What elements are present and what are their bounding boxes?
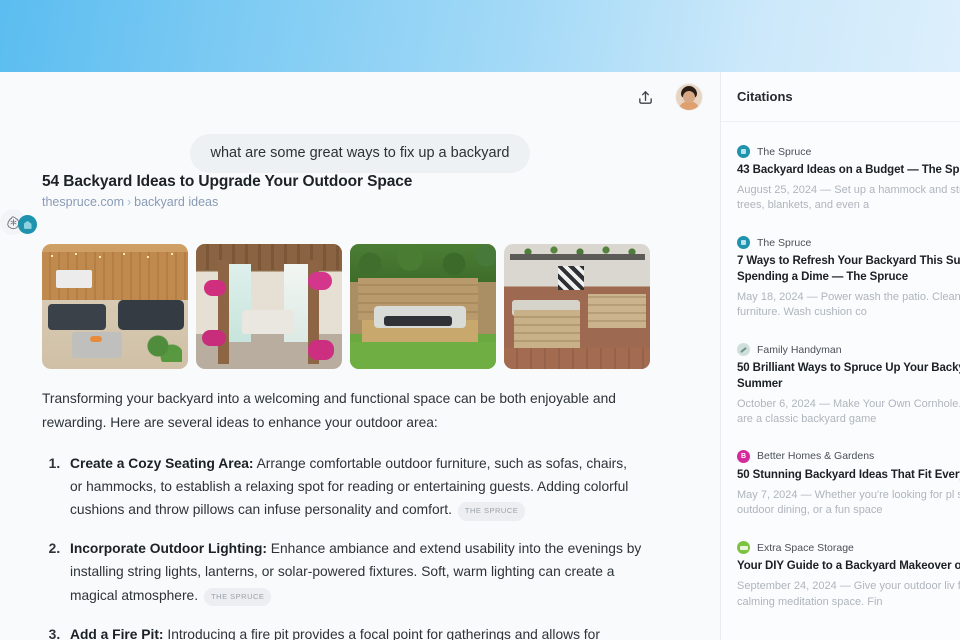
the-spruce-favicon [18,215,37,235]
breadcrumb-domain: thespruce.com [42,195,124,210]
answer-intro-paragraph: Transforming your backyard into a welcom… [42,391,616,430]
citations-heading: Citations [721,72,960,122]
inline-citation-chip[interactable]: THE SPRUCE [204,587,272,607]
citation-snippet: May 7, 2024 — Whether you're looking for… [737,488,960,517]
family-handyman-favicon [737,343,750,357]
answer-steps-list: Create a Cozy Seating Area: Arrange comf… [42,452,642,640]
citation-title[interactable]: Your DIY Guide to a Backyard Makeover on [737,559,960,575]
citation-source-name: Family Handyman [757,343,842,356]
citation-title[interactable]: 43 Backyard Ideas on a Budget — The Spru… [737,163,960,179]
citation-snippet: August 25, 2024 — Set up a hammock and s… [737,183,960,212]
step-lead: Incorporate Outdoor Lighting: [70,541,267,557]
citation-item[interactable]: B Better Homes & Gardens 50 Stunning Bac… [721,441,960,532]
the-spruce-favicon [737,145,750,158]
step-lead: Create a Cozy Seating Area: [70,455,254,471]
citation-source-row: Extra Space Storage [737,541,960,555]
citation-source-row: The Spruce [737,236,960,250]
search-result-card[interactable]: 54 Backyard Ideas to Upgrade Your Outdoo… [18,173,650,235]
app-root: what are some great ways to fix up a bac… [0,0,960,640]
citation-source-name: The Spruce [757,236,812,249]
result-image-thumbnail[interactable] [350,244,496,370]
citation-title[interactable]: 50 Stunning Backyard Ideas That Fit Ever… [737,468,960,484]
citation-title[interactable]: 50 Brilliant Ways to Spruce Up Your Back… [737,361,960,393]
citation-snippet: September 24, 2024 — Give your outdoor l… [737,579,960,608]
chat-topbar [0,72,720,122]
breadcrumb-path: backyard ideas [134,195,219,210]
step-lead: Add a Fire Pit: [70,626,164,640]
citation-snippet: October 6, 2024 — Make Your Own Cornhole… [737,397,960,426]
citation-source-name: Extra Space Storage [757,541,854,554]
sky-gradient-banner [0,0,960,72]
result-image-thumbnail[interactable] [196,244,342,370]
avatar[interactable] [676,84,702,110]
citation-item[interactable]: Extra Space Storage Your DIY Guide to a … [721,532,960,623]
citations-list: The Spruce 43 Backyard Ideas on a Budget… [721,122,960,623]
extra-space-storage-favicon [737,541,750,555]
citation-source-row: The Spruce [737,145,960,158]
citation-title[interactable]: 7 Ways to Refresh Your Backyard This Sum… [737,254,960,286]
user-message-bubble[interactable]: what are some great ways to fix up a bac… [190,134,530,174]
chat-column: what are some great ways to fix up a bac… [0,72,720,640]
search-result-breadcrumb[interactable]: thespruce.com › backyard ideas [42,195,610,209]
assistant-answer: 54 Backyard Ideas to Upgrade Your Outdoo… [0,173,720,640]
breadcrumb-separator: › [126,195,132,210]
list-item: Add a Fire Pit: Introducing a fire pit p… [64,623,642,640]
citation-snippet: May 18, 2024 — Power wash the patio. Cle… [737,290,960,319]
citation-source-name: Better Homes & Gardens [757,450,875,463]
list-item: Create a Cozy Seating Area: Arrange comf… [64,452,642,522]
user-message-row: what are some great ways to fix up a bac… [0,122,720,174]
citation-item[interactable]: The Spruce 43 Backyard Ideas on a Budget… [721,136,960,227]
citations-panel: Citations The Spruce 43 Backyard Ideas o… [720,72,960,640]
better-homes-gardens-favicon: B [737,449,750,463]
share-upload-icon[interactable] [632,84,658,110]
search-result-title[interactable]: 54 Backyard Ideas to Upgrade Your Outdoo… [42,173,610,191]
citation-item[interactable]: The Spruce 7 Ways to Refresh Your Backya… [721,227,960,334]
citation-source-row: B Better Homes & Gardens [737,449,960,463]
answer-prose: Transforming your backyard into a welcom… [42,387,650,640]
result-image-thumbnail[interactable] [504,244,650,370]
inline-citation-chip[interactable]: THE SPRUCE [457,502,526,521]
citation-source-name: The Spruce [757,145,812,158]
the-spruce-favicon [737,236,750,250]
citation-source-row: Family Handyman [737,343,960,357]
list-item: Incorporate Outdoor Lighting: Enhance am… [64,537,642,607]
avatar-face [683,91,695,103]
citation-item[interactable]: Family Handyman 50 Brilliant Ways to Spr… [721,334,960,441]
result-image-strip [42,244,650,370]
result-image-thumbnail[interactable] [42,244,188,370]
